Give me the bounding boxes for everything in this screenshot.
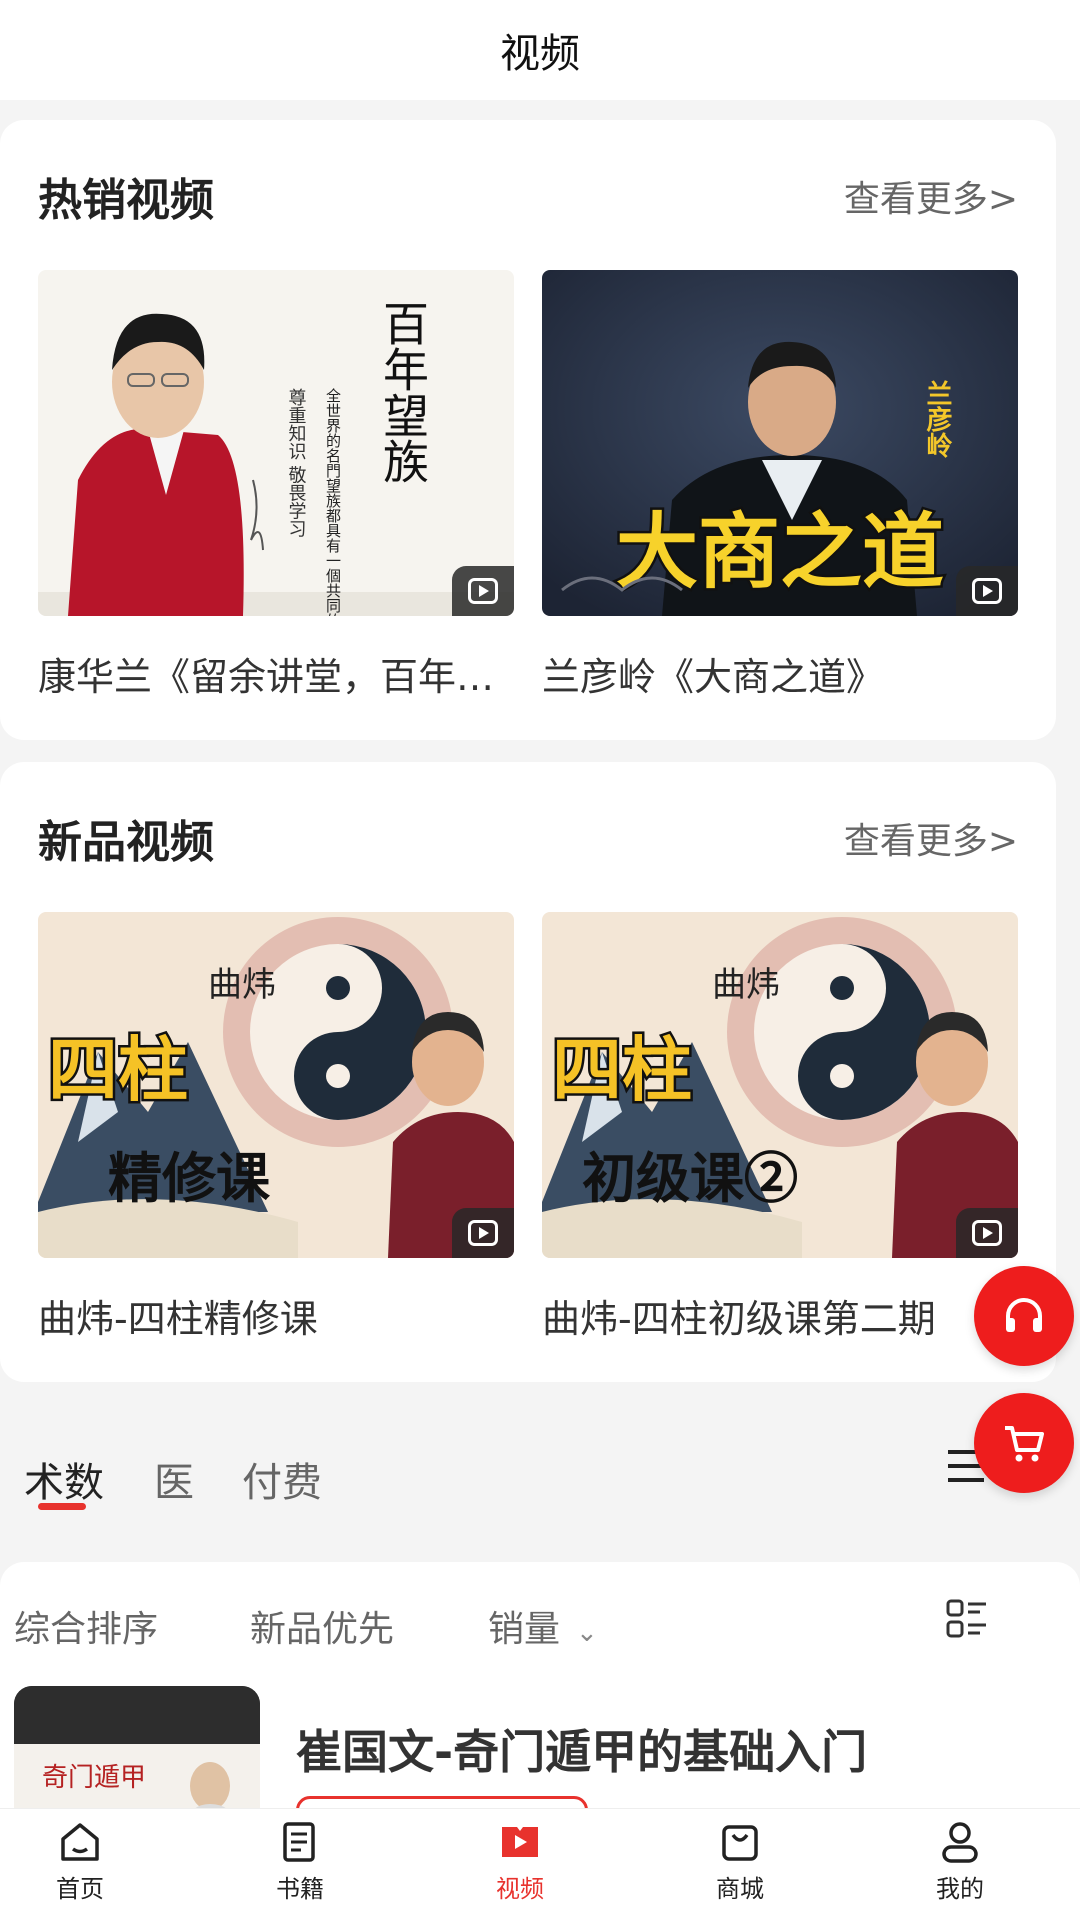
svg-text:兰彦岭: 兰彦岭 xyxy=(922,380,952,459)
thumb-text: 百年望族 xyxy=(376,300,430,484)
customer-service-button[interactable] xyxy=(974,1266,1074,1366)
nav-books[interactable]: 书籍 xyxy=(240,1819,360,1904)
play-icon xyxy=(452,566,514,616)
nav-profile[interactable]: 我的 xyxy=(900,1819,1020,1904)
play-icon xyxy=(956,1208,1018,1258)
nav-label: 书籍 xyxy=(276,1875,324,1903)
video-icon xyxy=(502,1827,538,1857)
video-thumbnail: 百年望族 全世界的名門望族都具有一個共同的特徵： 尊重知识 敬畏学习 xyxy=(38,270,514,616)
app-root: 视频 热销视频 查看更多> 百年望族 全世界的名門望族都具有一個共同的特徵： 尊… xyxy=(0,0,1080,1920)
svg-text:奇门遁甲: 奇门遁甲 xyxy=(42,1763,146,1793)
video-card-sizhu-beginner[interactable]: 曲炜 四柱 初级课② 曲炜-四柱初级课第二期 xyxy=(542,912,1018,1343)
video-title: 曲炜-四柱精修课 xyxy=(38,1297,318,1341)
video-card-kanghualan[interactable]: 百年望族 全世界的名門望族都具有一個共同的特徵： 尊重知识 敬畏学习 康华兰《留… xyxy=(38,270,514,701)
nav-label: 商城 xyxy=(716,1875,764,1903)
thumbnail-art: 百年望族 全世界的名門望族都具有一個共同的特徵： 尊重知识 敬畏学习 xyxy=(38,270,514,616)
home-icon xyxy=(61,1823,99,1861)
shop-bag-icon xyxy=(722,1825,758,1861)
cart-button[interactable] xyxy=(974,1393,1074,1493)
nav-video[interactable]: 视频 xyxy=(460,1819,580,1904)
video-thumbnail: 曲炜 四柱 初级课② xyxy=(542,912,1018,1258)
sort-sales-label: 销量 xyxy=(488,1609,561,1650)
play-icon xyxy=(956,566,1018,616)
svg-text:全世界的名門望族都具有一個共同的特徵：: 全世界的名門望族都具有一個共同的特徵： xyxy=(324,387,342,616)
headset-icon xyxy=(1006,1298,1042,1332)
list-item-thumbnail: 奇门遁甲 xyxy=(14,1686,260,1826)
active-tab-indicator xyxy=(38,1503,86,1510)
svg-text:大商之道: 大商之道 xyxy=(616,505,944,600)
hot-videos-section: 热销视频 查看更多> 百年望族 全世界的名門望族都具有一個共同的特徵： 尊重知识… xyxy=(0,120,1056,740)
cart-icon xyxy=(1005,1426,1044,1462)
play-icon xyxy=(452,1208,514,1258)
new-videos-more-link[interactable]: 查看更多> xyxy=(844,812,1018,864)
svg-text:初级课②: 初级课② xyxy=(582,1146,798,1210)
thumbnail-art: 奇门遁甲 xyxy=(14,1686,260,1826)
bottom-nav: 首页 书籍 视频 商城 我的 xyxy=(0,1808,1080,1920)
list-item[interactable]: 奇门遁甲 崔国文-奇门遁甲的基础入门 xyxy=(14,1686,1064,1836)
thumbnail-art: 兰彦岭 大商之道 xyxy=(542,270,1018,616)
thumbnail-art: 曲炜 四柱 初级课② xyxy=(542,912,1018,1258)
svg-text:曲炜: 曲炜 xyxy=(208,965,276,1005)
hot-videos-more-link[interactable]: 查看更多> xyxy=(844,170,1018,222)
tab-shushu[interactable]: 术数 xyxy=(24,1450,104,1508)
sort-sales[interactable]: 销量 ⌄ xyxy=(488,1600,598,1652)
hot-videos-header: 热销视频 查看更多> xyxy=(38,166,1018,226)
new-videos-section: 新品视频 查看更多> 曲炜 四柱 精修课 曲炜-四柱精修课 曲炜 四柱 初级课②… xyxy=(0,762,1056,1382)
video-card-lanyanling[interactable]: 兰彦岭 大商之道 兰彦岭《大商之道》 xyxy=(542,270,1018,701)
top-bar: 视频 xyxy=(0,0,1080,100)
nav-label: 首页 xyxy=(56,1875,104,1903)
hot-videos-title: 热销视频 xyxy=(38,175,214,226)
svg-text:四柱: 四柱 xyxy=(48,1029,188,1111)
nav-home[interactable]: 首页 xyxy=(20,1819,140,1904)
video-title: 康华兰《留余讲堂，百年望族》 xyxy=(38,655,514,699)
svg-text:精修课: 精修课 xyxy=(108,1146,271,1210)
new-videos-header: 新品视频 查看更多> xyxy=(38,808,1018,868)
chevron-down-icon: ⌄ xyxy=(576,1618,598,1648)
list-layout-icon[interactable] xyxy=(946,1598,988,1640)
video-title: 兰彦岭《大商之道》 xyxy=(542,655,885,699)
sort-comprehensive[interactable]: 综合排序 xyxy=(14,1600,158,1652)
video-title: 曲炜-四柱初级课第二期 xyxy=(542,1297,936,1341)
video-card-sizhu-advanced[interactable]: 曲炜 四柱 精修课 曲炜-四柱精修课 xyxy=(38,912,514,1343)
svg-text:曲炜: 曲炜 xyxy=(712,965,780,1005)
video-thumbnail: 兰彦岭 大商之道 xyxy=(542,270,1018,616)
list-item-title: 崔国文-奇门遁甲的基础入门 xyxy=(296,1725,868,1779)
page-title: 视频 xyxy=(500,31,580,77)
tab-yi[interactable]: 医 xyxy=(154,1450,194,1508)
video-thumbnail: 曲炜 四柱 精修课 xyxy=(38,912,514,1258)
sort-newest[interactable]: 新品优先 xyxy=(250,1600,394,1652)
nav-label: 视频 xyxy=(496,1875,544,1903)
nav-shop[interactable]: 商城 xyxy=(680,1819,800,1904)
thumbnail-art: 曲炜 四柱 精修课 xyxy=(38,912,514,1258)
svg-text:尊重知识 敬畏学习: 尊重知识 敬畏学习 xyxy=(286,388,307,538)
user-icon xyxy=(942,1822,978,1863)
nav-label: 我的 xyxy=(936,1875,984,1903)
tab-paid[interactable]: 付费 xyxy=(242,1450,322,1508)
new-videos-title: 新品视频 xyxy=(38,817,214,868)
svg-text:四柱: 四柱 xyxy=(552,1029,692,1111)
book-icon xyxy=(283,1822,315,1862)
category-tabs: 术数 医 付费 xyxy=(0,1410,1080,1530)
video-list-panel: 综合排序 新品优先 销量 ⌄ 奇门遁甲 崔国文-奇门遁甲的基础入门 xyxy=(0,1562,1080,1836)
